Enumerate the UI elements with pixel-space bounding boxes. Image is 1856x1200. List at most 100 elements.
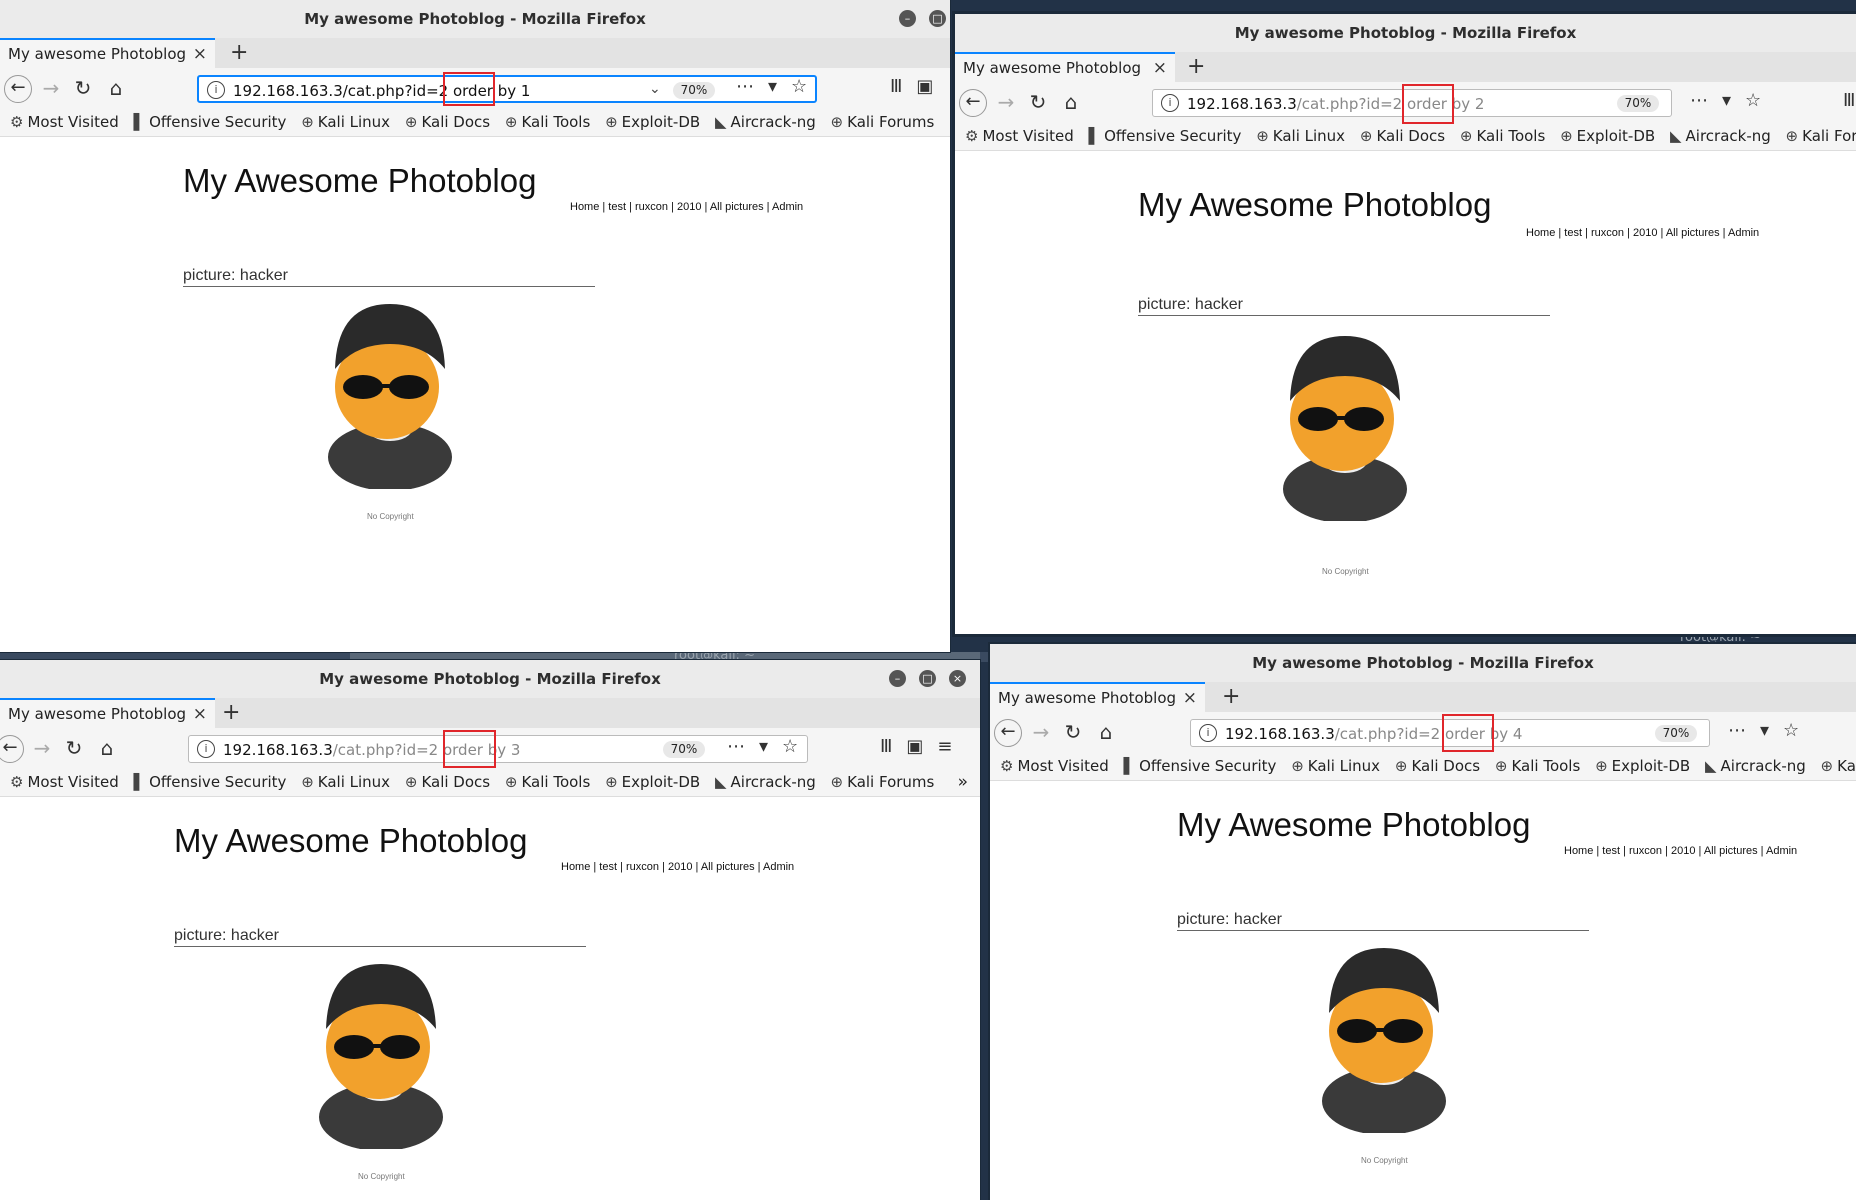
bookmark-kali-linux[interactable]: ⊕ Kali Linux <box>301 773 390 791</box>
bookmark-kali-forums[interactable]: ⊕Kali Forums <box>1821 757 1856 775</box>
chevron-down-icon[interactable]: ⌄ <box>649 81 661 97</box>
bookmark-kali-tools[interactable]: ⊕ Kali Tools <box>505 773 590 791</box>
library-icon[interactable]: Ⅲ▣ <box>890 76 947 97</box>
info-icon[interactable]: i <box>197 740 215 758</box>
bookmark-label: Kali Tools <box>521 773 591 791</box>
bookmark-kali-forums[interactable]: ⊕Kali Forums <box>831 773 935 791</box>
bookmark-kali-linux[interactable]: ⊕ Kali Linux <box>301 113 390 131</box>
page-actions[interactable]: ⋯▾☆ <box>1690 90 1775 111</box>
new-tab-icon[interactable]: + <box>1222 684 1240 709</box>
info-icon[interactable]: i <box>1161 94 1179 112</box>
site-nav[interactable]: Home | test | ruxcon | 2010 | All pictur… <box>1526 227 1759 239</box>
minimize-icon[interactable]: – <box>889 670 906 687</box>
back-icon[interactable]: ← <box>4 75 32 103</box>
tab-bar: My awesome Photoblog × + <box>0 38 950 68</box>
back-icon[interactable]: ← <box>0 735 24 763</box>
bookmark-label: Most Visited <box>27 113 119 131</box>
bookmark-most-visited[interactable]: ⚙ Most Visited <box>965 127 1074 145</box>
bookmark-kali-forums[interactable]: ⊕Kali Forums <box>831 113 935 131</box>
bookmark-label: Kali Linux <box>317 773 391 791</box>
page-actions[interactable]: ⋯▾☆ <box>736 76 821 97</box>
bookmark-kali-tools[interactable]: ⊕ Kali Tools <box>1460 127 1545 145</box>
bookmark-exploit-db[interactable]: ⊕ Exploit-DB <box>1560 127 1655 145</box>
bookmark-kali-docs[interactable]: ⊕ Kali Docs <box>405 113 490 131</box>
info-icon[interactable]: i <box>1199 724 1217 742</box>
bookmark-label: Kali Docs <box>421 113 491 131</box>
bookmark-offensive-security[interactable]: ▌ Offensive Security <box>1089 127 1242 145</box>
url-host: 192.168.163.3 <box>223 741 333 759</box>
site-nav[interactable]: Home | test | ruxcon | 2010 | All pictur… <box>561 861 794 873</box>
bookmark-kali-docs[interactable]: ⊕ Kali Docs <box>1360 127 1445 145</box>
maximize-icon[interactable]: □ <box>919 670 936 687</box>
page-content: My Awesome Photoblog Home | test | ruxco… <box>0 797 980 1200</box>
bookmark-most-visited[interactable]: ⚙ Most Visited <box>10 773 119 791</box>
bookmark-label: Kali Forums <box>1802 127 1856 145</box>
tab-photoblog[interactable]: My awesome Photoblog × <box>990 682 1205 712</box>
home-icon[interactable]: ⌂ <box>1058 90 1084 114</box>
bookmark-kali-tools[interactable]: ⊕ Kali Tools <box>1495 757 1580 775</box>
home-icon[interactable]: ⌂ <box>94 736 120 760</box>
bookmark-aircrack-ng[interactable]: ◣ Aircrack-ng <box>1705 757 1806 775</box>
reload-icon[interactable]: ↻ <box>61 736 87 760</box>
bookmark-kali-docs[interactable]: ⊕ Kali Docs <box>1395 757 1480 775</box>
library-icon[interactable]: Ⅲ▣≡ <box>880 736 967 757</box>
bookmark-label: Offensive Security <box>1104 127 1242 145</box>
bookmark-aircrack-ng[interactable]: ◣ Aircrack-ng <box>715 113 816 131</box>
bookmark-label: Offensive Security <box>149 113 287 131</box>
site-nav[interactable]: Home | test | ruxcon | 2010 | All pictur… <box>570 201 803 213</box>
bookmark-kali-linux[interactable]: ⊕ Kali Linux <box>1291 757 1380 775</box>
bookmark-kali-tools[interactable]: ⊕ Kali Tools <box>505 113 590 131</box>
bookmark-exploit-db[interactable]: ⊕ Exploit-DB <box>1595 757 1690 775</box>
zoom-badge[interactable]: 70% <box>1617 95 1659 112</box>
bookmark-most-visited[interactable]: ⚙ Most Visited <box>1000 757 1109 775</box>
bookmark-label: Kali Linux <box>1272 127 1346 145</box>
tab-photoblog[interactable]: My awesome Photoblog × <box>0 698 215 728</box>
home-icon[interactable]: ⌂ <box>103 76 129 100</box>
site-nav[interactable]: Home | test | ruxcon | 2010 | All pictur… <box>1564 845 1797 857</box>
url-bar[interactable]: i 192.168.163.3/cat.php?id=2 order by 1 … <box>197 75 817 103</box>
forward-icon[interactable]: → <box>29 736 55 760</box>
new-tab-icon[interactable]: + <box>1187 54 1205 79</box>
forward-icon[interactable]: → <box>1028 720 1054 744</box>
home-icon[interactable]: ⌂ <box>1093 720 1119 744</box>
zoom-badge[interactable]: 70% <box>1655 725 1697 742</box>
library-icon[interactable]: Ⅲ <box>1843 90 1856 111</box>
bookmark-aircrack-ng[interactable]: ◣ Aircrack-ng <box>715 773 816 791</box>
minimize-icon[interactable]: – <box>899 10 916 27</box>
tab-photoblog[interactable]: My awesome Photoblog × <box>955 52 1175 82</box>
back-icon[interactable]: ← <box>994 719 1022 747</box>
tab-photoblog[interactable]: My awesome Photoblog × <box>0 38 215 68</box>
close-icon[interactable]: × <box>949 670 966 687</box>
zoom-badge[interactable]: 70% <box>663 741 705 758</box>
bookmark-offensive-security[interactable]: ▌ Offensive Security <box>134 113 287 131</box>
reload-icon[interactable]: ↻ <box>1060 720 1086 744</box>
bookmark-kali-linux[interactable]: ⊕ Kali Linux <box>1256 127 1345 145</box>
bookmark-exploit-db[interactable]: ⊕ Exploit-DB <box>605 773 700 791</box>
close-tab-icon[interactable]: × <box>193 704 207 724</box>
forward-icon[interactable]: → <box>38 76 64 100</box>
reload-icon[interactable]: ↻ <box>70 76 96 100</box>
bookmark-kali-docs[interactable]: ⊕ Kali Docs <box>405 773 490 791</box>
bookmark-aircrack-ng[interactable]: ◣ Aircrack-ng <box>1670 127 1771 145</box>
new-tab-icon[interactable]: + <box>230 40 248 65</box>
page-actions[interactable]: ⋯▾☆ <box>727 736 812 757</box>
overflow-chevron-icon[interactable]: » <box>958 772 968 792</box>
close-tab-icon[interactable]: × <box>1183 688 1197 708</box>
back-icon[interactable]: ← <box>959 89 987 117</box>
close-tab-icon[interactable]: × <box>1153 58 1167 78</box>
bookmark-offensive-security[interactable]: ▌ Offensive Security <box>134 773 287 791</box>
new-tab-icon[interactable]: + <box>222 700 240 725</box>
navigation-toolbar: ← → ↻ ⌂ i 192.168.163.3/cat.php?id=2 ord… <box>955 82 1856 124</box>
reload-icon[interactable]: ↻ <box>1025 90 1051 114</box>
info-icon[interactable]: i <box>207 81 225 99</box>
close-tab-icon[interactable]: × <box>193 44 207 64</box>
bookmark-kali-forums[interactable]: ⊕Kali Forums <box>1786 127 1856 145</box>
bookmark-most-visited[interactable]: ⚙ Most Visited <box>10 113 119 131</box>
url-bar[interactable]: i 192.168.163.3/cat.php?id=2 order by 3 … <box>188 735 808 763</box>
zoom-badge[interactable]: 70% <box>673 82 715 99</box>
bookmark-exploit-db[interactable]: ⊕ Exploit-DB <box>605 113 700 131</box>
page-actions[interactable]: ⋯▾☆ <box>1728 720 1813 741</box>
bookmark-offensive-security[interactable]: ▌ Offensive Security <box>1124 757 1277 775</box>
forward-icon[interactable]: → <box>993 90 1019 114</box>
maximize-icon[interactable]: □ <box>929 10 946 27</box>
